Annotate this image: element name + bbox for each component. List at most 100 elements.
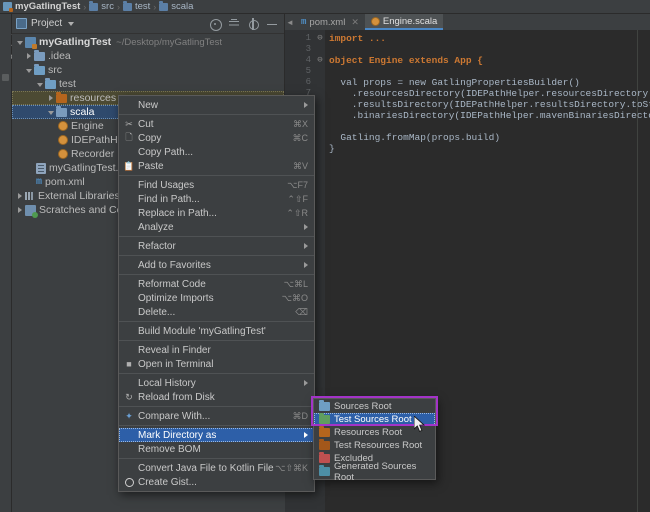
menu-item-copy[interactable]: 🗋 Copy ⌘C — [119, 131, 314, 145]
chevron-down-icon[interactable] — [47, 108, 56, 117]
menu-separator — [119, 425, 314, 426]
menu-item-analyze[interactable]: Analyze — [119, 220, 314, 234]
menu-label: Cut — [138, 118, 154, 130]
iml-file-icon — [36, 162, 46, 174]
tab-label: pom.xml — [309, 16, 346, 28]
tree-row-test[interactable]: test — [12, 77, 284, 91]
chevron-down-icon[interactable] — [25, 66, 34, 75]
right-margin-line — [637, 30, 638, 512]
menu-item-delete[interactable]: Delete... ⌫ — [119, 305, 314, 319]
menu-item-open-in-terminal[interactable]: ■ Open in Terminal — [119, 357, 314, 371]
panel-bottom-filler — [12, 490, 285, 512]
menu-shortcut: ⌫ — [295, 306, 308, 317]
menu-item-mark-directory-as[interactable]: Mark Directory as — [119, 428, 314, 442]
tab-pom-xml[interactable]: m pom.xml ✕ — [295, 14, 365, 30]
code-blank — [329, 121, 335, 132]
tree-row-src[interactable]: src — [12, 63, 284, 77]
menu-shortcut: ⌃⇧R — [286, 207, 308, 218]
hide-icon[interactable] — [266, 18, 278, 30]
code-line-object: object Engine extends App { — [329, 55, 483, 66]
menu-item-build-module[interactable]: Build Module 'myGatlingTest' — [119, 324, 314, 338]
chevron-right-icon[interactable] — [16, 206, 25, 215]
scala-object-icon — [58, 135, 68, 145]
collapse-all-icon[interactable] — [228, 18, 240, 30]
chevron-right-icon[interactable] — [47, 94, 56, 103]
menu-label: Compare With... — [138, 410, 211, 422]
submenu-item-generated-sources-root[interactable]: Generated Sources Root — [314, 461, 435, 483]
terminal-icon: ■ — [126, 359, 132, 369]
chevron-right-icon[interactable] — [25, 52, 34, 61]
menu-item-local-history[interactable]: Local History — [119, 376, 314, 390]
tab-scroll-left-icon[interactable]: ◄ — [285, 14, 295, 30]
editor-tabbar: ◄ m pom.xml ✕ Engine.scala — [285, 14, 650, 30]
menu-item-convert-java-to-kotlin[interactable]: Convert Java File to Kotlin File ⌥⇧⌘K — [119, 461, 314, 475]
breadcrumb-item-scala[interactable]: scala — [159, 0, 193, 12]
breadcrumb-label: test — [134, 1, 151, 12]
excluded-icon — [319, 452, 330, 463]
menu-shortcut: ⌘V — [292, 160, 308, 171]
breadcrumb-item-test[interactable]: test — [122, 0, 151, 12]
code-blank — [329, 44, 335, 55]
menu-separator — [119, 255, 314, 256]
tree-label: test — [59, 78, 76, 90]
chevron-down-icon[interactable] — [36, 80, 45, 89]
submenu-arrow-icon — [304, 380, 308, 386]
breadcrumb-item-src[interactable]: src — [89, 0, 114, 12]
menu-item-paste[interactable]: 📋 Paste ⌘V — [119, 159, 314, 173]
project-panel-title-group[interactable]: Project — [16, 18, 75, 29]
scissors-icon: ✂ — [125, 118, 133, 129]
code-line-closebrace: } — [329, 143, 335, 154]
breadcrumb-item-project[interactable]: myGatlingTest — [3, 1, 80, 12]
menu-item-create-gist[interactable]: Create Gist... — [119, 475, 314, 489]
folder-icon — [122, 0, 132, 11]
gear-icon[interactable] — [247, 17, 259, 30]
tree-row-mygatlingtest[interactable]: myGatlingTest ~/Desktop/myGatlingTest — [12, 35, 284, 49]
tree-label: Recorder — [71, 148, 115, 160]
tree-label: resources — [70, 92, 117, 104]
folder-icon — [89, 0, 99, 11]
menu-item-new[interactable]: New — [119, 98, 314, 112]
menu-item-refactor[interactable]: Refactor — [119, 239, 314, 253]
menu-item-find-in-path[interactable]: Find in Path... ⌃⇧F — [119, 192, 314, 206]
fold-marker-icon[interactable]: ⊖ — [315, 55, 325, 66]
menu-item-copy-path[interactable]: Copy Path... — [119, 145, 314, 159]
folder-icon — [34, 49, 45, 61]
maven-xml-icon: m — [36, 176, 43, 188]
tree-label: myGatlingTest — [39, 36, 112, 48]
menu-shortcut: ⌘D — [292, 410, 309, 421]
chevron-down-icon[interactable] — [16, 38, 25, 47]
mark-directory-submenu: Sources Root Test Sources Root Resources… — [313, 398, 436, 483]
fold-marker-icon[interactable]: ⊖ — [315, 33, 325, 44]
menu-label: Convert Java File to Kotlin File — [138, 462, 274, 474]
locate-icon[interactable] — [209, 18, 222, 31]
chevron-right-icon[interactable] — [16, 192, 25, 201]
menu-item-reload-from-disk[interactable]: ↻ Reload from Disk — [119, 390, 314, 404]
close-icon[interactable]: ✕ — [351, 17, 359, 28]
menu-item-find-usages[interactable]: Find Usages ⌥F7 — [119, 178, 314, 192]
submenu-label: Test Sources Root — [334, 414, 412, 425]
line-number: 1 — [305, 33, 311, 43]
sources-root-icon — [319, 400, 330, 411]
menu-item-compare-with[interactable]: ✦ Compare With... ⌘D — [119, 409, 314, 423]
menu-label: Reformat Code — [138, 278, 206, 290]
menu-item-reveal-in-finder[interactable]: Reveal in Finder — [119, 343, 314, 357]
tree-row-idea[interactable]: .idea — [12, 49, 284, 63]
folder-icon — [159, 0, 169, 11]
menu-item-remove-bom[interactable]: Remove BOM — [119, 442, 314, 456]
refresh-icon: ↻ — [125, 391, 133, 402]
menu-item-add-to-favorites[interactable]: Add to Favorites — [119, 258, 314, 272]
structure-tool-icon[interactable] — [2, 74, 9, 81]
submenu-item-sources-root[interactable]: Sources Root — [314, 400, 435, 413]
menu-item-reformat-code[interactable]: Reformat Code ⌥⌘L — [119, 277, 314, 291]
menu-item-replace-in-path[interactable]: Replace in Path... ⌃⇧R — [119, 206, 314, 220]
menu-label: Reveal in Finder — [138, 344, 211, 356]
submenu-item-test-resources-root[interactable]: Test Resources Root — [314, 439, 435, 452]
menu-label: Copy — [138, 132, 162, 144]
menu-item-optimize-imports[interactable]: Optimize Imports ⌥⌘O — [119, 291, 314, 305]
tab-engine-scala[interactable]: Engine.scala — [364, 14, 444, 30]
breadcrumb-separator: › — [153, 1, 157, 12]
code-keyword-import: import ... — [329, 33, 387, 44]
submenu-arrow-icon — [304, 432, 308, 438]
chevron-down-icon[interactable] — [68, 21, 75, 26]
menu-item-cut[interactable]: ✂ Cut ⌘X — [119, 117, 314, 131]
